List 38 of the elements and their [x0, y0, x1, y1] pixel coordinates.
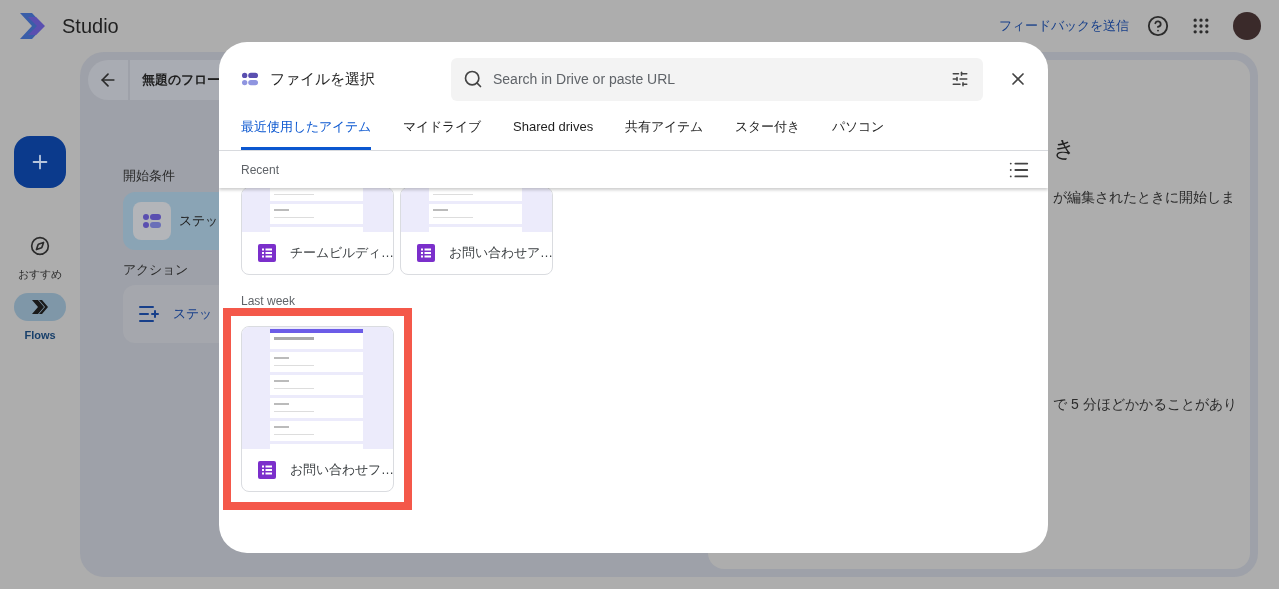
section-heading: アクション: [123, 260, 188, 279]
create-button[interactable]: [14, 136, 66, 188]
file-name: お問い合わせア…: [449, 244, 552, 263]
filter-icon[interactable]: [951, 69, 969, 88]
form-icon: [258, 244, 276, 262]
help-icon[interactable]: [1147, 15, 1169, 37]
tab[interactable]: Shared drives: [513, 107, 594, 150]
compass-icon: [30, 236, 50, 256]
feedback-link[interactable]: フィードバックを送信: [999, 16, 1129, 36]
dialog-title: ファイルを選択: [270, 68, 376, 89]
form-icon: [258, 461, 276, 479]
chevrons-icon: [30, 297, 50, 316]
file-name: お問い合わせフ…: [290, 461, 393, 480]
file-card[interactable]: お問い合わせア…: [400, 187, 553, 275]
file-card[interactable]: チームビルディ…: [241, 187, 394, 275]
form-app-icon: [133, 201, 171, 240]
file-name: チームビルディ…: [290, 244, 393, 263]
form-app-icon: [241, 71, 259, 87]
tab[interactable]: パソコン: [832, 107, 885, 150]
panel-text: で 5 分ほどかかることがあり: [1053, 395, 1238, 414]
panel-heading: き: [1053, 135, 1077, 163]
app-name: Studio: [62, 14, 119, 39]
section-heading: 開始条件: [123, 167, 175, 185]
nav-item[interactable]: おすすめ: [14, 232, 66, 283]
search-field[interactable]: Search in Drive or paste URL: [451, 57, 983, 101]
group-label: Recent: [241, 161, 281, 179]
tab[interactable]: スター付き: [735, 107, 801, 150]
search-icon: [463, 68, 483, 89]
back-button[interactable]: [88, 60, 128, 100]
tab[interactable]: マイドライブ: [403, 107, 481, 150]
avatar[interactable]: [1233, 12, 1261, 40]
tab[interactable]: 共有アイテム: [625, 107, 704, 150]
file-card[interactable]: お問い合わせフ…: [241, 326, 394, 492]
step-label: ステッ: [179, 211, 218, 230]
panel-text: が編集されたときに開始しま: [1053, 188, 1236, 207]
step-label: ステッ: [173, 305, 212, 324]
apps-grid-icon[interactable]: [1191, 16, 1211, 36]
form-icon: [417, 244, 435, 262]
